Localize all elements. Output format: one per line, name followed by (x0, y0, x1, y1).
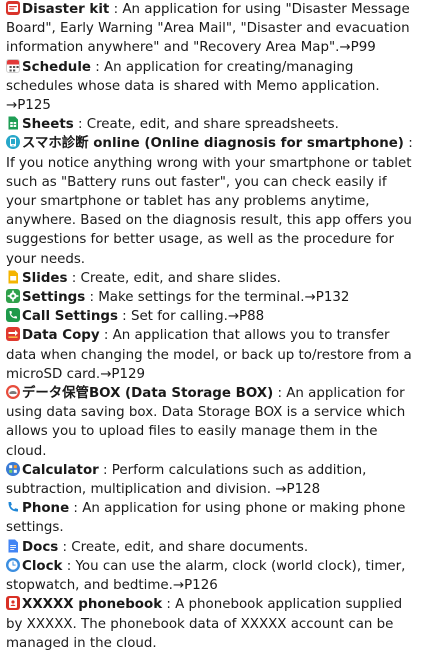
entry-description: : Create, edit, and share documents. (58, 539, 309, 555)
entry-description: : You can use the alarm, clock (world cl… (6, 558, 406, 594)
entry-name: Data Copy (22, 328, 100, 344)
slides-icon (6, 270, 20, 284)
entry-docs: Docs : Create, edit, and share documents… (6, 538, 420, 557)
entry-name: Phone (22, 501, 70, 517)
call-settings-icon (6, 308, 20, 323)
entry-slides: Slides : Create, edit, and share slides. (6, 269, 420, 288)
disaster-kit-icon (6, 1, 20, 15)
storage-box-icon (6, 385, 20, 400)
entry-call-settings: Call Settings : Set for calling.→P88 (6, 307, 420, 326)
phonebook-icon (6, 596, 20, 611)
entry-name: Schedule (22, 59, 91, 75)
entry-description: : Create, edit, and share slides. (67, 270, 281, 286)
calendar-icon (6, 58, 20, 73)
entry-name: Settings (22, 290, 86, 306)
entry-name: Slides (22, 270, 68, 286)
entry-disaster-kit: Disaster kit : An application for using … (6, 0, 420, 58)
docs-icon (6, 539, 20, 553)
entry-description: : Set for calling.→P88 (117, 309, 265, 325)
entry-data-copy: Data Copy : An application that allows y… (6, 326, 420, 384)
entry-name: スマホ診断 online (Online diagnosis for smart… (22, 136, 404, 152)
entry-name: Calculator (22, 462, 99, 478)
entry-name: Call Settings (22, 309, 118, 325)
entry-description: : If you notice anything wrong with your… (6, 136, 413, 267)
entry-description: : Create, edit, and share spreadsheets. (73, 117, 339, 133)
entry-description: : Make settings for the terminal.→P132 (85, 290, 350, 306)
entry-schedule: Schedule : An application for creating/m… (6, 58, 420, 116)
calculator-icon (6, 461, 20, 476)
entry-name: Clock (22, 558, 63, 574)
entry-phone: Phone : An application for using phone o… (6, 499, 420, 537)
entry-online-diagnosis: スマホ診断 online (Online diagnosis for smart… (6, 134, 420, 268)
entry-name: Sheets (22, 117, 74, 133)
entry-clock: Clock : You can use the alarm, clock (wo… (6, 557, 420, 595)
gear-icon (6, 289, 20, 304)
entry-settings: Settings : Make settings for the termina… (6, 288, 420, 307)
entry-name: XXXXX phonebook (22, 597, 163, 613)
entry-sheets: Sheets : Create, edit, and share spreads… (6, 115, 420, 134)
entry-name: Disaster kit (22, 2, 110, 17)
entry-name: データ保管BOX (Data Storage BOX) (22, 386, 274, 402)
entry-name: Docs (22, 539, 59, 555)
entry-data-storage-box: データ保管BOX (Data Storage BOX) : An applica… (6, 384, 420, 461)
entry-calculator: Calculator : Perform calculations such a… (6, 461, 420, 499)
phone-icon (6, 500, 20, 514)
document-page: Disaster kit : An application for using … (0, 0, 424, 651)
data-copy-icon (6, 327, 20, 342)
clock-icon (6, 557, 20, 572)
entry-phonebook: XXXXX phonebook : A phonebook applicatio… (6, 595, 420, 653)
diagnosis-icon (6, 135, 20, 150)
sheets-icon (6, 116, 20, 130)
